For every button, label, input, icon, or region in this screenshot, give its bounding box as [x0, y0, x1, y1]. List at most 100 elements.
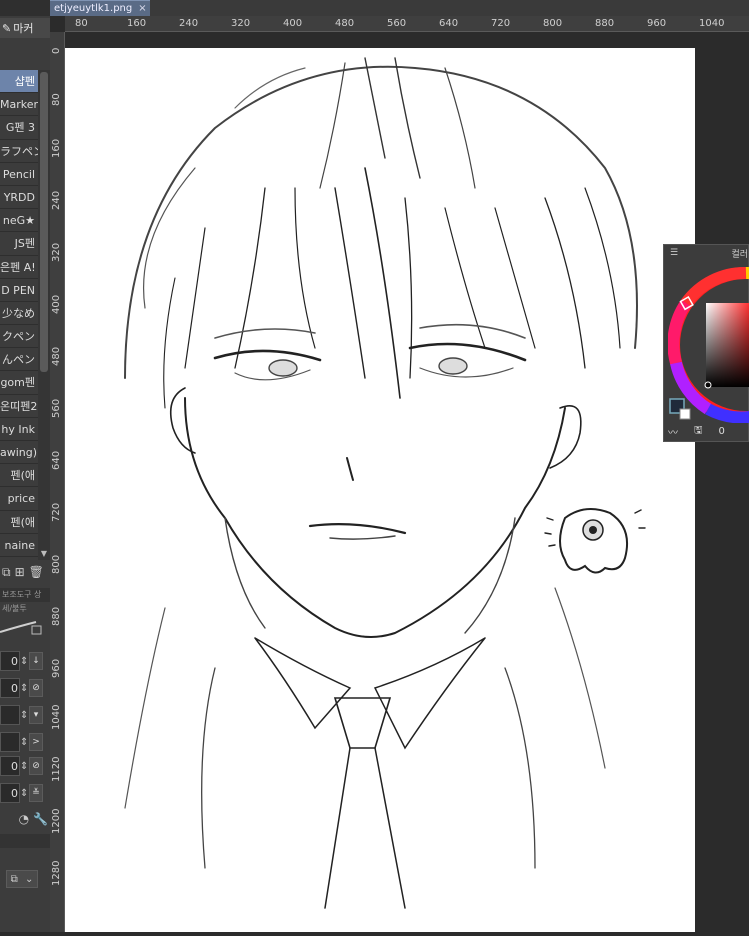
layer-mode-dropdown[interactable]: ⧉ ⌄ [6, 870, 38, 888]
transparent-color-icon[interactable]: 〰 [668, 424, 678, 439]
ruler-tick-label: 0 [51, 47, 62, 54]
brush-item[interactable]: gom펜 [0, 371, 38, 395]
ruler-tick-label: 1040 [51, 704, 62, 730]
tool-property-footer: ◔ 🔧 [0, 808, 50, 830]
scroll-down-icon[interactable]: ▼ [38, 548, 50, 560]
tool-property-row: 0 ⇕ ↓ [0, 650, 50, 672]
property-value-field[interactable]: 0 [0, 756, 20, 776]
ruler-tick-label: 640 [439, 18, 459, 29]
property-value-field[interactable]: 0 [0, 678, 20, 698]
sub-tool-group-label: 마커 [13, 22, 34, 35]
ruler-tick-label: 720 [51, 502, 62, 522]
brush-item[interactable]: naine [0, 533, 38, 557]
ruler-tick-label: 160 [51, 138, 62, 158]
ruler-tick-label: 240 [179, 18, 199, 29]
add-icon[interactable]: ⊞ [15, 565, 25, 579]
vertical-ruler: 0 80 160 240 320 400 480 560 640 720 800 880 960 1040… [50, 32, 65, 932]
color-panel-title: 컬러 [731, 249, 748, 260]
duplicate-icon[interactable]: ⧉ [2, 565, 11, 580]
document-tab[interactable]: etjyeuytlk1.png × [50, 0, 150, 16]
color-wheel[interactable] [667, 263, 749, 427]
brush-item[interactable]: G펜 3 [0, 116, 38, 140]
ruler-tick-label: 880 [51, 606, 62, 626]
stepper-icon[interactable]: ⇕ [20, 761, 28, 772]
ruler-tick-label: 1280 [51, 860, 62, 886]
property-option-button[interactable]: ≚ [29, 784, 43, 802]
brush-item[interactable]: price [0, 487, 38, 511]
ruler-tick-label: 480 [335, 18, 355, 29]
ruler-tick-label: 880 [595, 18, 615, 29]
brush-item[interactable]: YRDD [0, 185, 38, 210]
brush-list-scrollbar[interactable]: ▼ [38, 70, 50, 560]
brush-item[interactable]: 샵펜 [0, 70, 38, 94]
property-option-button[interactable]: > [29, 733, 43, 751]
tab-bar-empty [150, 0, 749, 16]
stepper-icon[interactable]: ⇕ [20, 710, 28, 721]
brush-item[interactable]: Marker [0, 93, 38, 117]
brush-item[interactable]: クペン [0, 325, 38, 349]
tool-property-row: ⇕ > [0, 731, 50, 753]
color-readout: 0 [718, 425, 725, 437]
ruler-tick-label: 400 [283, 18, 303, 29]
ruler-tick-label: 240 [51, 190, 62, 210]
trash-icon[interactable]: 🗑 [29, 565, 44, 579]
property-option-button[interactable]: ⊘ [29, 679, 43, 697]
ruler-tick-label: 640 [51, 450, 62, 470]
brush-item[interactable]: JS펜 [0, 232, 38, 256]
horizontal-ruler: 80 160 240 320 400 480 560 640 720 800 880 960 1040 [65, 16, 749, 32]
property-option-button[interactable]: ↓ [29, 652, 43, 670]
brush-item[interactable]: neG★ [0, 209, 38, 233]
stepper-icon[interactable]: ⇕ [20, 683, 28, 694]
document-tab-label: etjyeuytlk1.png [54, 3, 133, 14]
stepper-icon[interactable]: ⇕ [20, 788, 28, 799]
color-wheel-panel: ☰ 컬러 〰 🖫 0 [663, 244, 749, 442]
brush-stroke-preview [0, 612, 50, 642]
layers-icon: ⧉ [10, 873, 18, 885]
property-value-field[interactable]: 0 [0, 651, 20, 671]
brush-list-toolbar: ⧉ ⊞ 🗑 [0, 563, 50, 581]
drawing-canvas[interactable] [65, 48, 695, 932]
brush-item[interactable]: 펜(애 [0, 464, 38, 488]
color-panel-header[interactable]: ☰ 컬러 [664, 245, 749, 261]
brush-item[interactable]: D PEN [0, 278, 38, 302]
tool-property-row: ⇕ ▾ [0, 704, 50, 726]
pen-icon: ✎ [2, 21, 12, 35]
ruler-tick-label: 480 [51, 346, 62, 366]
grip-icon: ☰ [670, 248, 679, 258]
brush-item[interactable]: んペン [0, 348, 38, 372]
ruler-tick-label: 960 [647, 18, 667, 29]
property-value-field[interactable] [0, 705, 20, 725]
save-icon[interactable]: 🖫 [694, 423, 703, 440]
property-option-button[interactable]: ▾ [29, 706, 43, 724]
property-value-field[interactable] [0, 732, 20, 752]
ruler-tick-label: 80 [75, 18, 88, 29]
ruler-tick-label: 560 [51, 398, 62, 418]
brush-item[interactable]: 少なめ [0, 301, 38, 326]
brush-item[interactable]: hy Ink [0, 417, 38, 441]
ruler-tick-label: 1040 [699, 18, 725, 29]
brush-item[interactable]: awing) [0, 441, 38, 465]
tool-property-header: 보조도구 상세/불투 [0, 588, 50, 613]
chevron-down-icon: ⌄ [24, 873, 34, 885]
color-panel-footer: 〰 🖫 0 [664, 423, 749, 439]
property-option-button[interactable]: ⊘ [29, 757, 43, 775]
brush-item[interactable]: Pencil [0, 162, 38, 186]
sub-tool-group-header[interactable]: ✎ 마커 [0, 18, 50, 38]
brush-item[interactable]: 온띠펜2 [0, 394, 38, 418]
stepper-icon[interactable]: ⇕ [20, 656, 28, 667]
brush-item[interactable]: 은펜 A! [0, 255, 38, 279]
ruler-tick-label: 1200 [51, 808, 62, 834]
stopwatch-icon[interactable]: ◔ [19, 812, 29, 826]
ruler-tick-label: 960 [51, 658, 62, 678]
property-value-field[interactable]: 0 [0, 783, 20, 803]
ruler-tick-label: 320 [231, 18, 251, 29]
brush-item[interactable]: 펜(애 [0, 510, 38, 534]
stepper-icon[interactable]: ⇕ [20, 737, 28, 748]
brush-item[interactable]: ラフペン [0, 139, 38, 163]
wrench-icon[interactable]: 🔧 [33, 812, 48, 826]
close-icon[interactable]: × [138, 3, 146, 14]
scrollbar-thumb[interactable] [40, 72, 48, 372]
brush-list: 샵펜MarkerG펜 3ラフペンPencilYRDDneG★JS펜은펜 A!D … [0, 70, 38, 557]
ruler-tick-label: 560 [387, 18, 407, 29]
layer-mode-row: ⧉ ⌄ [0, 868, 50, 890]
